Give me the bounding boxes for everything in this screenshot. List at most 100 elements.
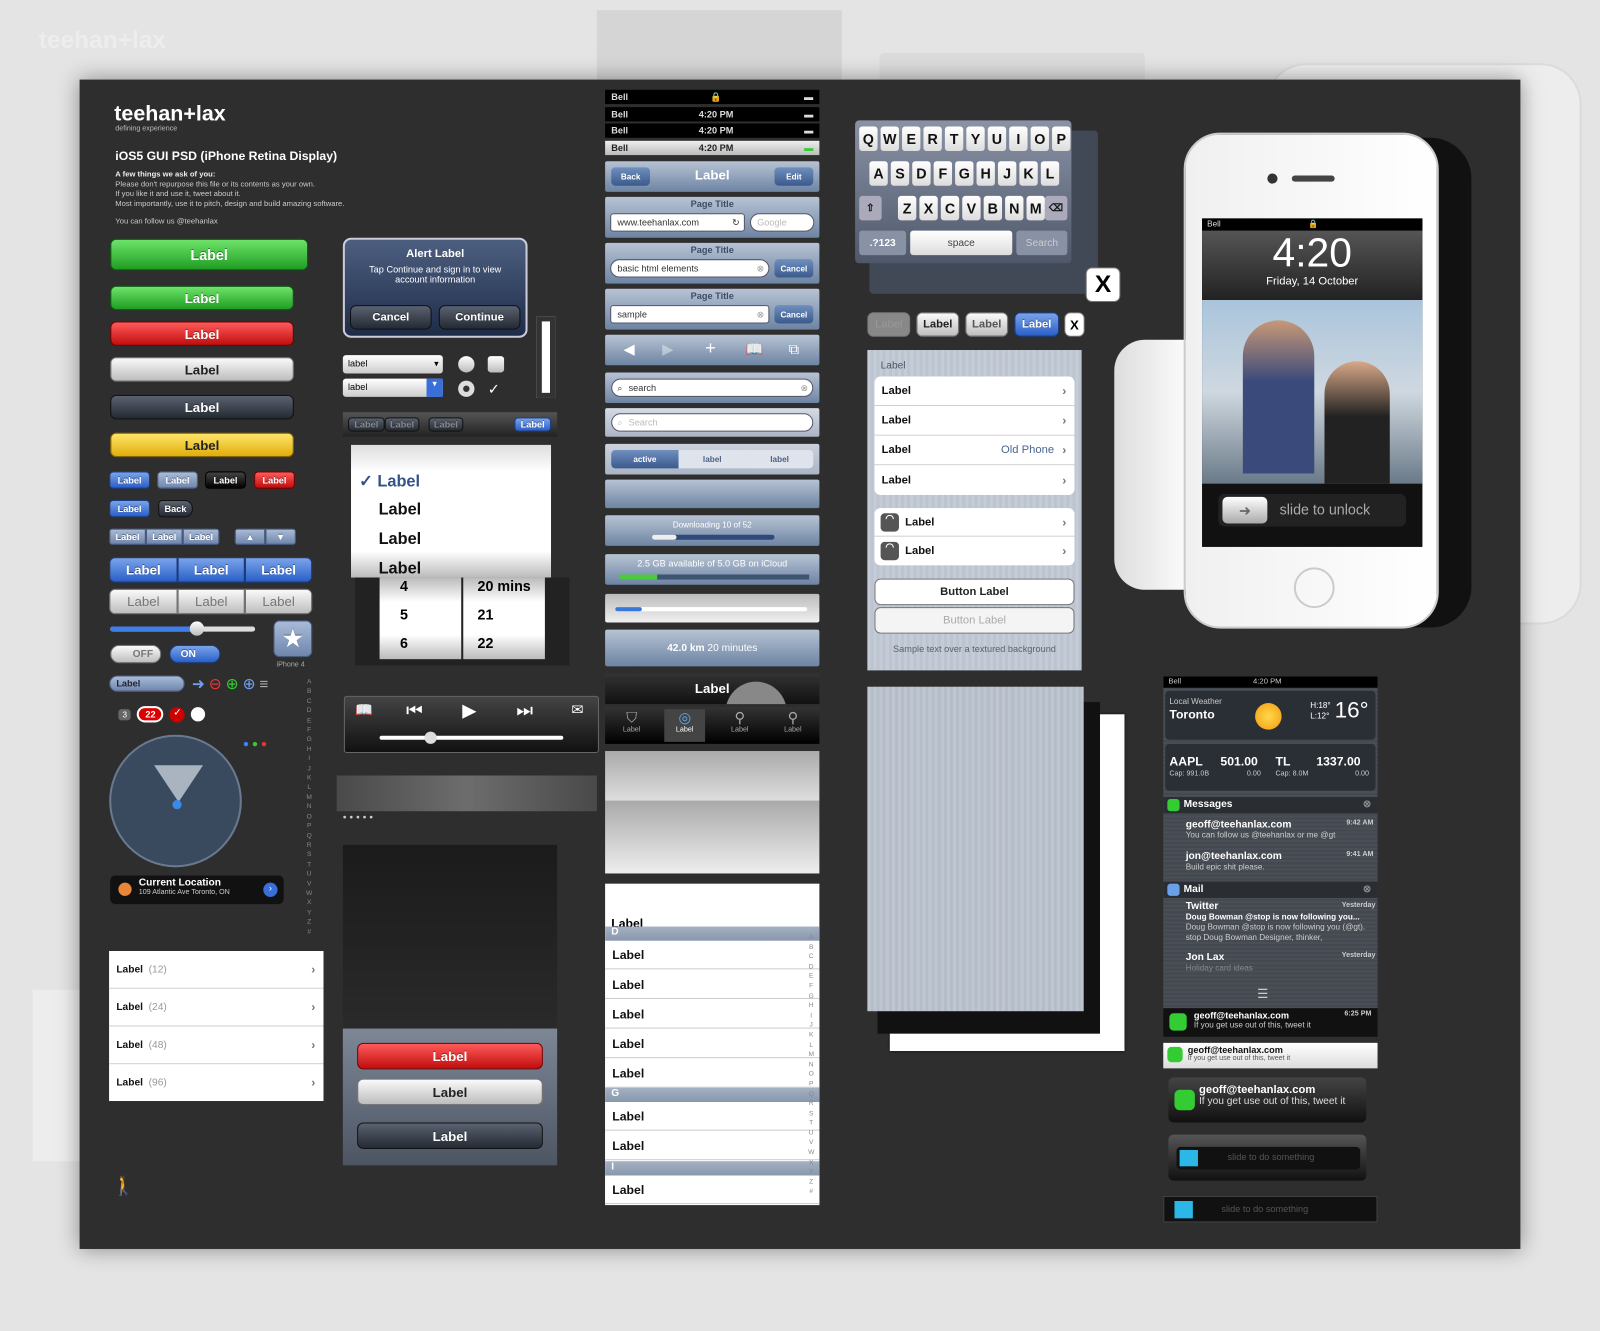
index-letter[interactable]: U bbox=[305, 870, 313, 880]
slide-action-control[interactable]: slide to do something bbox=[1163, 1195, 1378, 1223]
index-letter[interactable]: B bbox=[807, 942, 815, 952]
index-letter[interactable]: T bbox=[305, 860, 313, 870]
search-input[interactable]: ⌕ search ⊗ bbox=[611, 378, 814, 397]
silver-button[interactable]: Label bbox=[110, 357, 294, 382]
edit-button[interactable]: Edit bbox=[774, 167, 814, 186]
disclosure-icon[interactable]: ➜ bbox=[192, 676, 209, 693]
key-b[interactable]: B bbox=[983, 195, 1003, 221]
url-input[interactable]: www.teehanlax.com ↻ bbox=[610, 213, 745, 232]
close-icon[interactable]: ⊗ bbox=[1363, 884, 1372, 895]
small-light-blue-button[interactable]: Label bbox=[157, 471, 198, 489]
segment-gray[interactable]: Label bbox=[244, 588, 313, 615]
add-icon[interactable]: ⊕ bbox=[226, 676, 243, 693]
index-letter[interactable]: D bbox=[305, 706, 313, 716]
index-letter[interactable]: A bbox=[807, 933, 815, 943]
index-letter[interactable]: K bbox=[305, 774, 313, 784]
segment-blue[interactable]: Label bbox=[109, 557, 178, 583]
index-letter[interactable]: R bbox=[807, 1099, 815, 1109]
table-row[interactable]: Label bbox=[605, 1175, 820, 1205]
current-location-callout[interactable]: Current Location 109 Atlantic Ave Toront… bbox=[110, 875, 284, 905]
small-blue-button-2[interactable]: Label bbox=[109, 499, 150, 518]
index-letter[interactable]: M bbox=[305, 793, 313, 803]
picker-item[interactable]: Label bbox=[379, 560, 422, 577]
index-letter[interactable]: H bbox=[807, 1001, 815, 1011]
index-letter[interactable]: F bbox=[807, 982, 815, 992]
index-letter[interactable]: X bbox=[807, 1158, 815, 1168]
cancel-button[interactable]: Cancel bbox=[774, 305, 814, 324]
wifi-row[interactable]: ◠ Label › bbox=[874, 536, 1075, 566]
button[interactable]: Label bbox=[965, 312, 1009, 337]
remove-icon[interactable]: ⊖ bbox=[209, 676, 226, 693]
key-r[interactable]: R bbox=[923, 126, 942, 152]
toolbar-button[interactable]: Label bbox=[428, 417, 464, 432]
banner-notification-dark[interactable]: geoff@teehanlax.com 6:25 PM If you get use… bbox=[1163, 1008, 1378, 1037]
key-d[interactable]: D bbox=[912, 161, 931, 186]
url-input[interactable]: basic html elements ⊗ bbox=[610, 259, 770, 278]
dropdown[interactable]: label ▾ bbox=[342, 355, 443, 374]
key-c[interactable]: C bbox=[940, 195, 960, 221]
notification-item[interactable]: jon@teehanlax.com 9:41 AM Build epic shit … bbox=[1186, 851, 1374, 871]
picker-item[interactable]: Label bbox=[379, 531, 422, 549]
index-letter[interactable]: Y bbox=[305, 908, 313, 918]
checkbox[interactable] bbox=[487, 356, 505, 373]
index-letter[interactable]: A bbox=[305, 678, 313, 688]
scrollbar[interactable] bbox=[536, 316, 556, 398]
table-row[interactable]: Label bbox=[605, 1131, 820, 1161]
slider-knob[interactable] bbox=[1174, 1201, 1193, 1219]
index-letter[interactable]: # bbox=[305, 927, 313, 937]
toolbar-button[interactable]: Label bbox=[347, 417, 385, 432]
key-j[interactable]: J bbox=[997, 161, 1017, 186]
index-letter[interactable]: S bbox=[305, 850, 313, 860]
tab[interactable]: ⚲ Label bbox=[719, 709, 760, 733]
search-input[interactable]: ⌕ Search bbox=[611, 413, 814, 432]
key-a[interactable]: A bbox=[869, 161, 888, 186]
space-key[interactable]: space bbox=[910, 230, 1013, 256]
index-letter[interactable]: N bbox=[305, 802, 313, 812]
index-letter[interactable]: Q bbox=[807, 1089, 815, 1099]
table-row[interactable]: Label bbox=[605, 940, 820, 970]
toolbar-done-button[interactable]: Label bbox=[514, 417, 552, 432]
index-letter[interactable]: E bbox=[305, 716, 313, 726]
index-letter[interactable]: G bbox=[305, 735, 313, 745]
picker-item[interactable]: ✓ Label bbox=[359, 471, 420, 491]
picker-row[interactable]: 6 bbox=[400, 635, 408, 651]
index-letter[interactable]: M bbox=[807, 1050, 815, 1060]
menu-icon[interactable]: ≡ bbox=[260, 676, 273, 693]
red-button[interactable]: Label bbox=[110, 321, 294, 346]
index-letter[interactable]: I bbox=[305, 754, 313, 764]
checkbox-checked[interactable]: ✓ bbox=[488, 381, 504, 397]
close-icon[interactable]: ⊗ bbox=[1363, 799, 1372, 810]
alert-cancel-button[interactable]: Cancel bbox=[349, 305, 432, 330]
segment[interactable]: label bbox=[678, 449, 746, 469]
index-letter[interactable]: Z bbox=[807, 1177, 815, 1187]
index-letter[interactable]: E bbox=[807, 972, 815, 982]
bookmarks-icon[interactable]: 📖 bbox=[355, 701, 373, 718]
key-v[interactable]: V bbox=[962, 195, 981, 221]
date-picker[interactable]: 4 20 mins 5 21 6 22 bbox=[355, 577, 570, 666]
alphabet-index[interactable]: A B C D E F G H I J K L M N O P Q R S T U V W X Y Z # bbox=[305, 678, 313, 937]
index-letter[interactable]: Q bbox=[305, 831, 313, 841]
index-letter[interactable]: B bbox=[305, 687, 313, 697]
index-letter[interactable]: W bbox=[305, 889, 313, 899]
key-s[interactable]: S bbox=[890, 161, 910, 186]
mini-segment[interactable]: Label bbox=[109, 528, 146, 545]
button-label[interactable]: Button Label bbox=[874, 578, 1075, 606]
notification-item[interactable]: Jon Lax Yesterday Holiday card ideas bbox=[1186, 952, 1376, 972]
index-letter[interactable]: Z bbox=[305, 917, 313, 927]
table-row[interactable]: Label bbox=[605, 1029, 820, 1059]
disclosure-icon[interactable]: › bbox=[263, 882, 278, 897]
next-icon[interactable]: ⏭ bbox=[516, 700, 533, 721]
dark-button[interactable]: Label bbox=[110, 394, 294, 420]
mini-segment[interactable]: Label bbox=[182, 528, 220, 545]
segment-blue[interactable]: Label bbox=[244, 557, 313, 583]
key-n[interactable]: N bbox=[1005, 195, 1024, 221]
index-letter[interactable]: S bbox=[807, 1109, 815, 1119]
reload-icon[interactable]: ↻ bbox=[732, 217, 740, 228]
bookmarks-icon[interactable]: 📖 bbox=[746, 341, 764, 358]
list-item[interactable]: Label (96) › bbox=[109, 1064, 324, 1102]
index-letter[interactable]: C bbox=[807, 952, 815, 962]
table-row[interactable]: Label › bbox=[874, 406, 1075, 436]
list-item[interactable]: Label (24) › bbox=[109, 988, 324, 1027]
search-key[interactable]: Search bbox=[1016, 230, 1068, 256]
index-letter[interactable]: I bbox=[807, 1011, 815, 1021]
